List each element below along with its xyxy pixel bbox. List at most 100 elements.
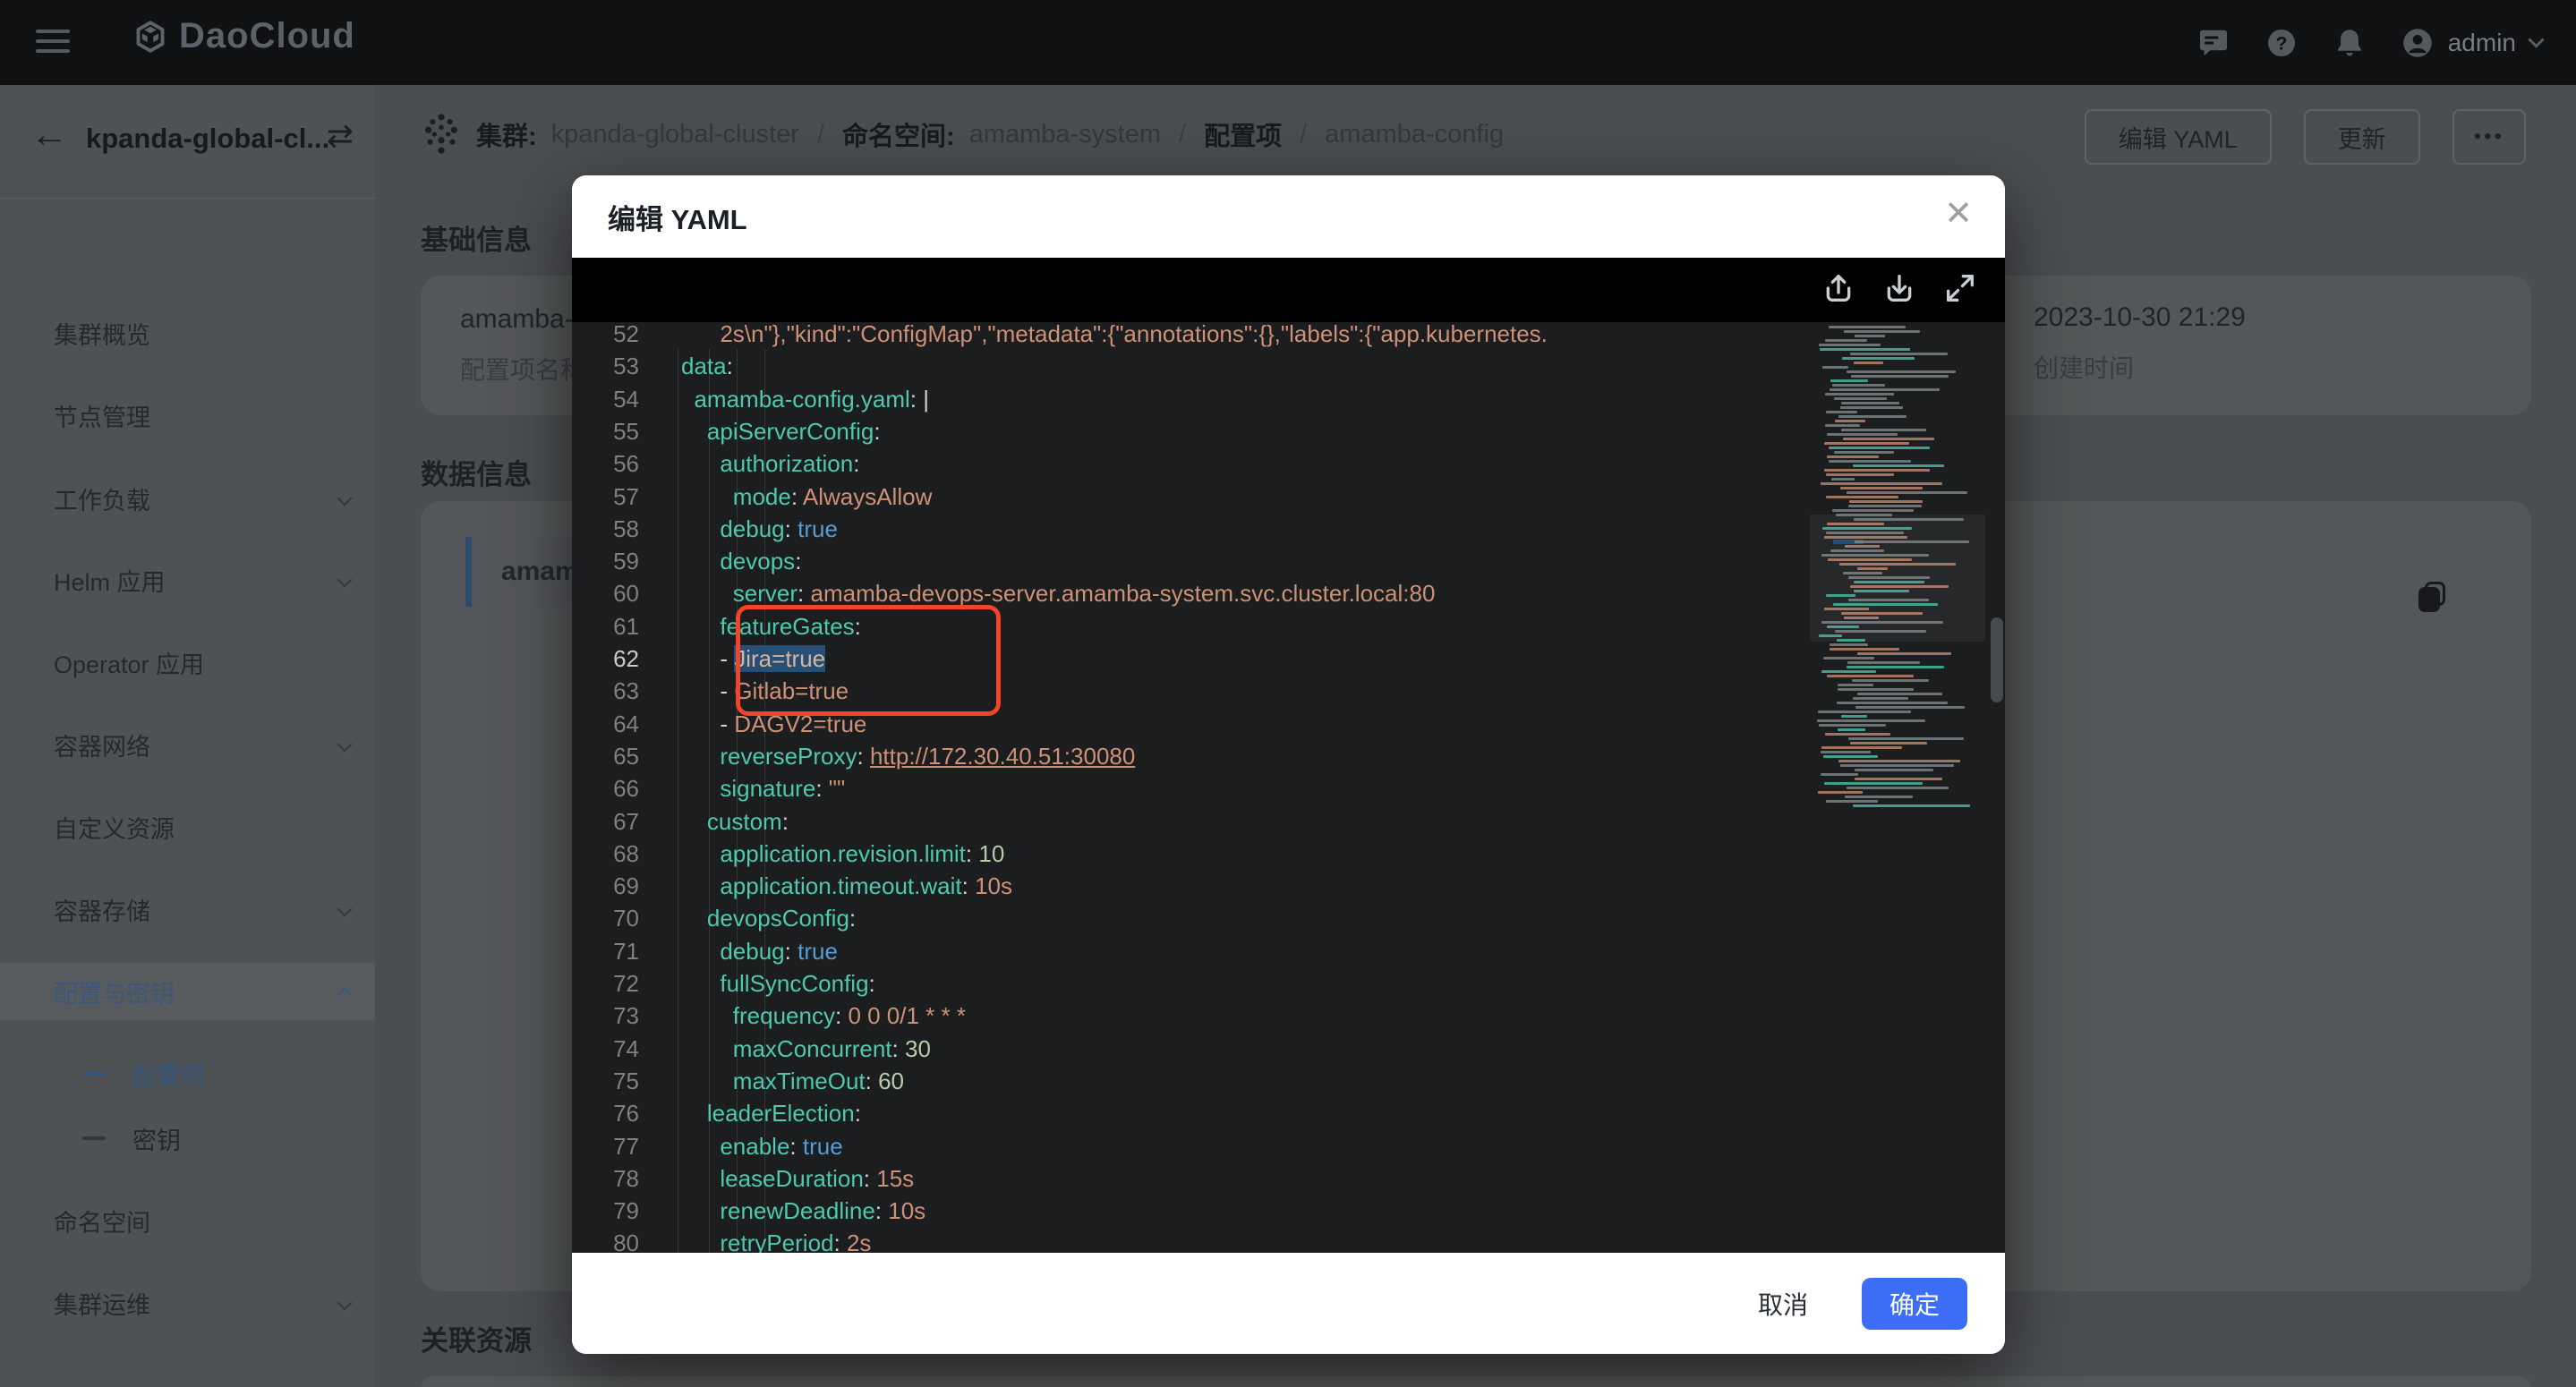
- config-name-label: 配置项名称: [460, 351, 587, 387]
- confirm-button[interactable]: 确定: [1862, 1278, 1967, 1330]
- code-line-66: 66 signature: "": [572, 772, 2005, 805]
- related-resources-title: 关联资源: [421, 1318, 532, 1358]
- brand-name: DaoCloud: [179, 16, 355, 56]
- sidebar-item-11[interactable]: 命名空间: [0, 1192, 375, 1249]
- breadcrumb-namespace-value[interactable]: amamba-system: [969, 120, 1161, 149]
- avatar-icon: [2401, 27, 2434, 59]
- chevron-down-icon: [337, 573, 353, 588]
- line-number: 69: [572, 870, 639, 903]
- switch-cluster-icon[interactable]: ⇄: [327, 117, 354, 155]
- line-number: 59: [572, 545, 639, 578]
- breadcrumb: 集群: kpanda-global-cluster / 命名空间: amamba…: [421, 112, 1504, 157]
- code-line-76: 76 leaderElection:: [572, 1097, 2005, 1130]
- line-number: 78: [572, 1162, 639, 1196]
- message-icon[interactable]: [2197, 27, 2230, 59]
- sidebar-cluster-name: kpanda-global-cl...: [86, 123, 319, 155]
- sidebar-item-12[interactable]: 集群运维: [0, 1274, 375, 1332]
- feature-gates-annotation-box: [736, 605, 1001, 716]
- line-number: 79: [572, 1195, 639, 1228]
- sidebar-item-4[interactable]: Operator 应用: [0, 634, 375, 691]
- editor-scrollbar[interactable]: [1991, 617, 2003, 702]
- close-icon[interactable]: ✕: [1939, 191, 1978, 236]
- dash-icon: [82, 1136, 106, 1140]
- code-line-74: 74 maxConcurrent: 30: [572, 1033, 2005, 1066]
- code-line-80: 80 retryPeriod: 2s: [572, 1227, 2005, 1253]
- code-line-59: 59 devops:: [572, 545, 2005, 578]
- breadcrumb-section[interactable]: 配置项: [1204, 115, 1282, 153]
- sidebar-item-9[interactable]: 配置项: [0, 1049, 375, 1099]
- sidebar-item-label: 密钥: [132, 1121, 181, 1156]
- svg-text:?: ?: [2275, 33, 2287, 54]
- sidebar-item-label: 自定义资源: [54, 810, 175, 845]
- edit-yaml-modal: 编辑 YAML ✕ 52 2s\n"},"kind":"ConfigMap","…: [572, 175, 2005, 1354]
- sidebar-item-10[interactable]: 密钥: [0, 1113, 375, 1163]
- sidebar: ← kpanda-global-cl... ⇄ 集群概览节点管理工作负载 Helm…: [0, 85, 375, 1387]
- breadcrumb-namespace-label: 命名空间:: [842, 115, 955, 153]
- code-line-56: 56 authorization:: [572, 447, 2005, 481]
- sidebar-item-label: 配置项: [132, 1057, 205, 1092]
- cancel-button[interactable]: 取消: [1745, 1277, 1821, 1331]
- breadcrumb-resource: amamba-config: [1325, 120, 1504, 149]
- help-icon[interactable]: ?: [2265, 27, 2298, 59]
- code-line-57: 57 mode: AlwaysAllow: [572, 481, 2005, 514]
- code-line-53: 53data:: [572, 350, 2005, 383]
- sidebar-item-label: 工作负载: [54, 481, 150, 516]
- more-actions-button[interactable]: •••: [2452, 109, 2526, 165]
- line-number: 64: [572, 708, 639, 741]
- back-arrow-icon[interactable]: ←: [30, 115, 68, 153]
- related-resources-card: [421, 1376, 2531, 1387]
- download-icon[interactable]: [1881, 270, 1917, 306]
- hamburger-menu-icon[interactable]: [36, 30, 70, 55]
- line-number: 58: [572, 513, 639, 546]
- line-number: 75: [572, 1065, 639, 1098]
- sidebar-item-label: 容器存储: [54, 892, 150, 927]
- sidebar-item-5[interactable]: 容器网络: [0, 716, 375, 773]
- line-number: 70: [572, 902, 639, 935]
- sidebar-item-6[interactable]: 自定义资源: [0, 798, 375, 855]
- sidebar-item-label: Helm 应用: [54, 563, 166, 598]
- sidebar-item-label: Operator 应用: [54, 645, 204, 680]
- editor-toolbar: [572, 258, 2005, 322]
- code-line-55: 55 apiServerConfig:: [572, 415, 2005, 448]
- sidebar-header: ← kpanda-global-cl... ⇄: [0, 85, 375, 199]
- user-menu[interactable]: admin: [2401, 27, 2542, 59]
- code-line-70: 70 devopsConfig:: [572, 902, 2005, 935]
- basic-info-title: 基础信息: [421, 217, 532, 258]
- notification-bell-icon[interactable]: [2333, 27, 2366, 59]
- code-line-69: 69 application.timeout.wait: 10s: [572, 870, 2005, 903]
- chevron-down-icon: [337, 737, 353, 753]
- line-number: 54: [572, 383, 639, 416]
- code-line-67: 67 custom:: [572, 805, 2005, 838]
- code-line-54: 54 amamba-config.yaml: |: [572, 383, 2005, 416]
- line-number: 65: [572, 740, 639, 773]
- code-line-58: 58 debug: true: [572, 513, 2005, 546]
- yaml-code-editor[interactable]: 52 2s\n"},"kind":"ConfigMap","metadata":…: [572, 322, 2005, 1253]
- code-line-73: 73 frequency: 0 0 0/1 * * *: [572, 1000, 2005, 1033]
- breadcrumb-cluster-label: 集群:: [476, 115, 537, 153]
- line-number: 62: [572, 642, 639, 676]
- sidebar-item-2[interactable]: 工作负载: [0, 470, 375, 527]
- sidebar-item-label: 命名空间: [54, 1204, 150, 1238]
- chevron-down-icon: [337, 902, 353, 917]
- line-number: 67: [572, 805, 639, 838]
- code-line-79: 79 renewDeadline: 10s: [572, 1195, 2005, 1228]
- top-navbar: DaoCloud ? admin: [0, 0, 2576, 85]
- line-number: 57: [572, 481, 639, 514]
- copy-icon[interactable]: [2418, 582, 2445, 612]
- minimap[interactable]: [1810, 322, 1985, 1253]
- line-number: 55: [572, 415, 639, 448]
- modal-title: 编辑 YAML: [608, 197, 747, 237]
- line-number: 73: [572, 1000, 639, 1033]
- sidebar-item-8[interactable]: 配置与密钥: [0, 963, 375, 1020]
- daocloud-logo-icon: [134, 21, 166, 53]
- breadcrumb-cluster-value[interactable]: kpanda-global-cluster: [551, 120, 799, 149]
- line-number: 74: [572, 1033, 639, 1066]
- edit-yaml-button[interactable]: 编辑 YAML: [2085, 109, 2272, 165]
- fullscreen-icon[interactable]: [1942, 270, 1978, 306]
- sidebar-item-7[interactable]: 容器存储: [0, 881, 375, 938]
- update-button[interactable]: 更新: [2304, 109, 2420, 165]
- sidebar-item-3[interactable]: Helm 应用: [0, 551, 375, 608]
- upload-icon[interactable]: [1821, 270, 1856, 306]
- sidebar-item-1[interactable]: 节点管理: [0, 387, 375, 444]
- sidebar-item-0[interactable]: 集群概览: [0, 304, 375, 362]
